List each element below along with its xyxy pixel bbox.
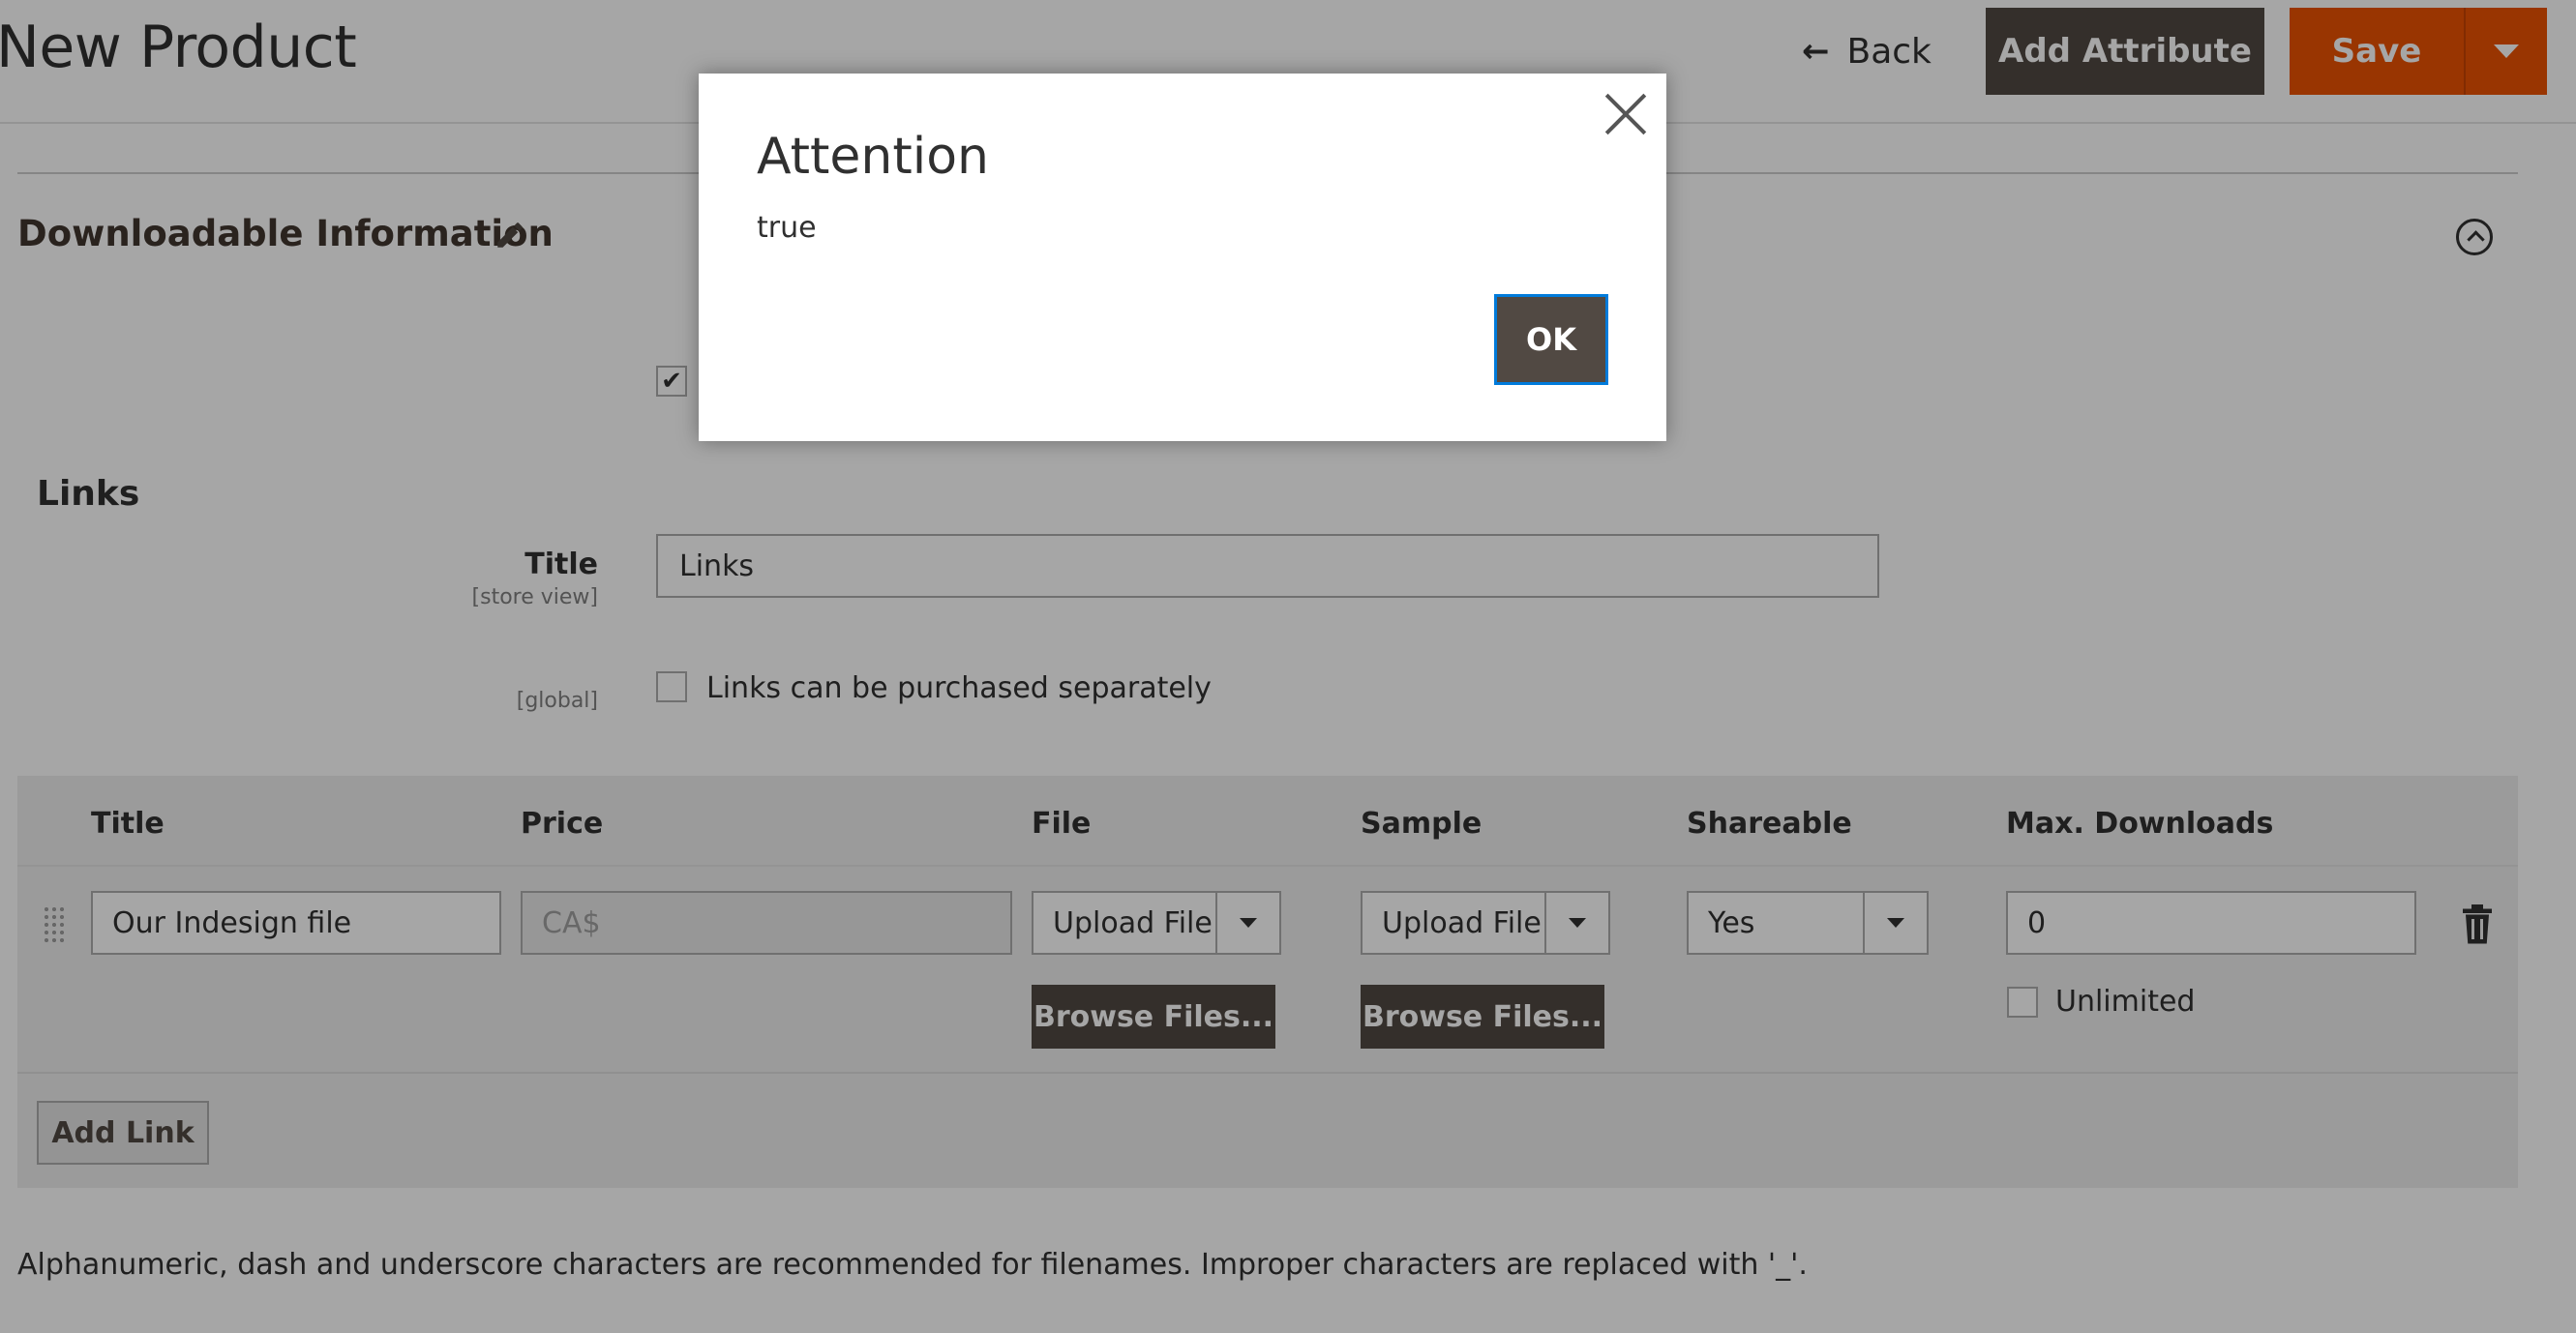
close-icon[interactable] (1603, 91, 1649, 137)
modal-title: Attention (757, 128, 989, 186)
modal-message: true (757, 211, 817, 245)
ok-button[interactable]: OK (1494, 294, 1608, 385)
attention-modal: Attention true OK (699, 74, 1666, 441)
